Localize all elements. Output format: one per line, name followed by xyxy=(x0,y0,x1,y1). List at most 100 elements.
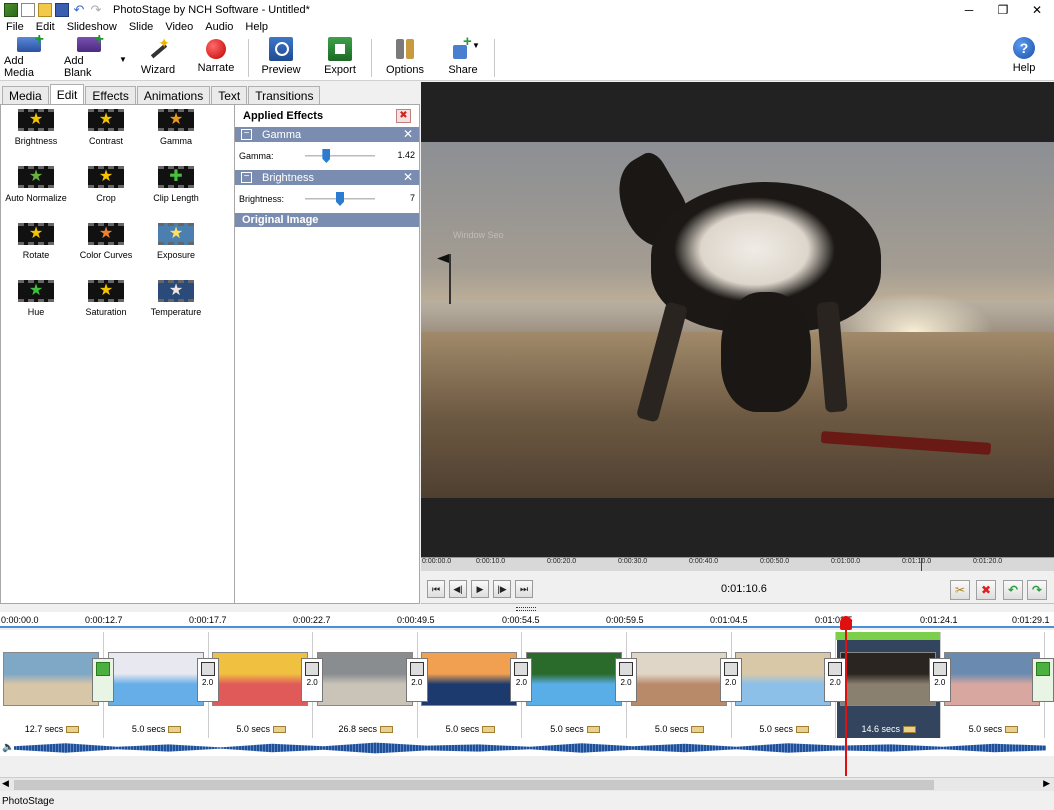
timeline-clip[interactable]: 5.0 secs xyxy=(209,632,314,738)
duration-handle[interactable] xyxy=(272,726,286,734)
remove-all-effects-button[interactable]: ✖ xyxy=(396,109,411,123)
gamma-effect-header[interactable]: − Gamma ✕ xyxy=(235,127,419,142)
gamma-slider[interactable] xyxy=(305,149,375,163)
video-preview[interactable]: Window Seo xyxy=(421,82,1054,557)
duration-handle[interactable] xyxy=(903,726,917,734)
step-back-button[interactable]: ◀| xyxy=(449,580,467,598)
add-blank-button[interactable]: Add Blank xyxy=(64,31,114,79)
effect-color-curves[interactable]: ★ Color Curves xyxy=(71,219,141,269)
effect-hue[interactable]: ★ Hue xyxy=(1,276,71,326)
play-button[interactable]: ▶ xyxy=(471,580,489,598)
horizontal-scrollbar[interactable]: ◀ ▶ xyxy=(0,777,1054,791)
brightness-slider-knob[interactable] xyxy=(336,192,344,206)
timeline-clip[interactable]: 5.0 secs xyxy=(105,632,209,738)
save-icon[interactable] xyxy=(55,2,69,17)
undo-icon[interactable]: ↶ xyxy=(72,2,86,17)
effect-auto-normalize[interactable]: ★ Auto Normalize xyxy=(1,162,71,212)
transition-marker[interactable]: 2.0 xyxy=(615,658,637,702)
menu-video[interactable]: Video xyxy=(159,21,199,33)
preview-ruler[interactable]: 0:00:00.0 0:00:10.0 0:00:20.0 0:00:30.0 … xyxy=(421,557,1054,571)
tab-effects[interactable]: Effects xyxy=(85,86,136,104)
narrate-button[interactable]: Narrate xyxy=(196,37,236,79)
timeline-clip[interactable]: 5.0 secs xyxy=(732,632,837,738)
share-dropdown-icon[interactable]: ▼ xyxy=(472,41,480,50)
speaker-icon[interactable]: 🔈 xyxy=(2,742,14,753)
minimize-button[interactable]: ─ xyxy=(952,0,986,19)
duration-handle[interactable] xyxy=(586,726,600,734)
maximize-button[interactable]: ❐ xyxy=(986,0,1020,19)
transition-marker[interactable]: 2.0 xyxy=(196,658,219,702)
audio-track[interactable]: 🔈 xyxy=(0,740,1054,756)
duration-handle[interactable] xyxy=(1005,726,1019,734)
tab-animations[interactable]: Animations xyxy=(136,86,211,104)
original-image-header[interactable]: Original Image xyxy=(235,213,419,227)
options-button[interactable]: Options xyxy=(384,37,426,79)
transition-marker[interactable]: 2.0 xyxy=(405,658,428,702)
export-button[interactable]: Export xyxy=(320,37,360,79)
effect-exposure[interactable]: ★ Exposure xyxy=(141,219,211,269)
timeline-clip[interactable]: 26.8 secs xyxy=(314,632,418,738)
menu-file[interactable]: File xyxy=(0,21,30,33)
timeline-clip[interactable]: 5.0 secs xyxy=(418,632,523,738)
duration-handle[interactable] xyxy=(380,726,394,734)
remove-brightness-icon[interactable]: ✕ xyxy=(403,170,413,184)
rotate-left-button[interactable]: ↶ xyxy=(1003,580,1023,600)
menu-slide[interactable]: Slide xyxy=(123,21,159,33)
help-button[interactable]: ? Help xyxy=(1008,37,1040,79)
preview-button[interactable]: Preview xyxy=(260,37,302,79)
open-folder-icon[interactable] xyxy=(38,2,52,17)
effect-contrast[interactable]: ★ Contrast xyxy=(71,105,141,155)
transition-marker[interactable] xyxy=(92,658,114,702)
transition-marker[interactable]: 2.0 xyxy=(928,658,951,702)
tab-edit[interactable]: Edit xyxy=(49,84,85,104)
panel-splitter[interactable] xyxy=(516,607,536,611)
skip-start-button[interactable]: ⏮ xyxy=(427,580,445,598)
skip-end-button[interactable]: ⏭ xyxy=(515,580,533,598)
timeline-clip[interactable]: 5.0 secs xyxy=(941,632,1046,738)
app-icon[interactable] xyxy=(4,2,18,17)
add-media-button[interactable]: Add Media xyxy=(4,31,54,79)
effect-temperature[interactable]: ★ Temperature xyxy=(141,276,211,326)
transition-marker[interactable]: 2.0 xyxy=(301,658,324,702)
menu-slideshow[interactable]: Slideshow xyxy=(61,21,123,33)
gamma-slider-knob[interactable] xyxy=(322,149,331,163)
duration-handle[interactable] xyxy=(691,726,705,734)
delete-button[interactable]: ✖ xyxy=(976,580,996,600)
step-forward-button[interactable]: |▶ xyxy=(493,580,511,598)
split-button[interactable]: ✂ xyxy=(950,580,970,600)
menu-help[interactable]: Help xyxy=(239,21,274,33)
new-file-icon[interactable] xyxy=(21,2,35,17)
timeline-clip[interactable]: 14.6 secs xyxy=(836,632,941,738)
redo-icon[interactable]: ↷ xyxy=(89,2,103,17)
rotate-right-button[interactable]: ↷ xyxy=(1027,580,1047,600)
duration-handle[interactable] xyxy=(66,726,80,734)
collapse-icon[interactable]: − xyxy=(241,172,252,183)
brightness-effect-header[interactable]: − Brightness ✕ xyxy=(235,170,419,185)
duration-handle[interactable] xyxy=(168,726,182,734)
timeline-playhead[interactable] xyxy=(840,616,852,776)
remove-gamma-icon[interactable]: ✕ xyxy=(403,127,413,141)
transition-marker[interactable] xyxy=(1032,658,1054,702)
effect-gamma[interactable]: ★ Gamma xyxy=(141,105,211,155)
scrollbar-thumb[interactable] xyxy=(14,780,934,790)
transition-marker[interactable]: 2.0 xyxy=(719,658,742,702)
timeline-clip[interactable]: 5.0 secs xyxy=(628,632,732,738)
tab-transitions[interactable]: Transitions xyxy=(248,86,321,104)
effect-crop[interactable]: ★ Crop xyxy=(71,162,141,212)
effect-rotate[interactable]: ★ Rotate xyxy=(1,219,71,269)
duration-handle[interactable] xyxy=(482,726,496,734)
brightness-slider[interactable] xyxy=(305,192,375,206)
close-button[interactable]: ✕ xyxy=(1020,0,1054,19)
tab-media[interactable]: Media xyxy=(2,86,49,104)
effect-clip-length[interactable]: ✚ Clip Length xyxy=(141,162,211,212)
tab-text[interactable]: Text xyxy=(211,86,248,104)
effect-saturation[interactable]: ★ Saturation xyxy=(71,276,141,326)
scroll-right-icon[interactable]: ▶ xyxy=(1043,778,1050,789)
transition-marker[interactable]: 2.0 xyxy=(510,658,533,702)
timeline-clip[interactable]: 12.7 secs xyxy=(0,632,104,738)
transition-marker[interactable]: 2.0 xyxy=(824,658,847,702)
scroll-left-icon[interactable]: ◀ xyxy=(2,778,9,789)
effect-brightness[interactable]: ★ Brightness xyxy=(1,105,71,155)
wizard-button[interactable]: Wizard xyxy=(138,35,178,79)
collapse-icon[interactable]: − xyxy=(241,129,252,140)
